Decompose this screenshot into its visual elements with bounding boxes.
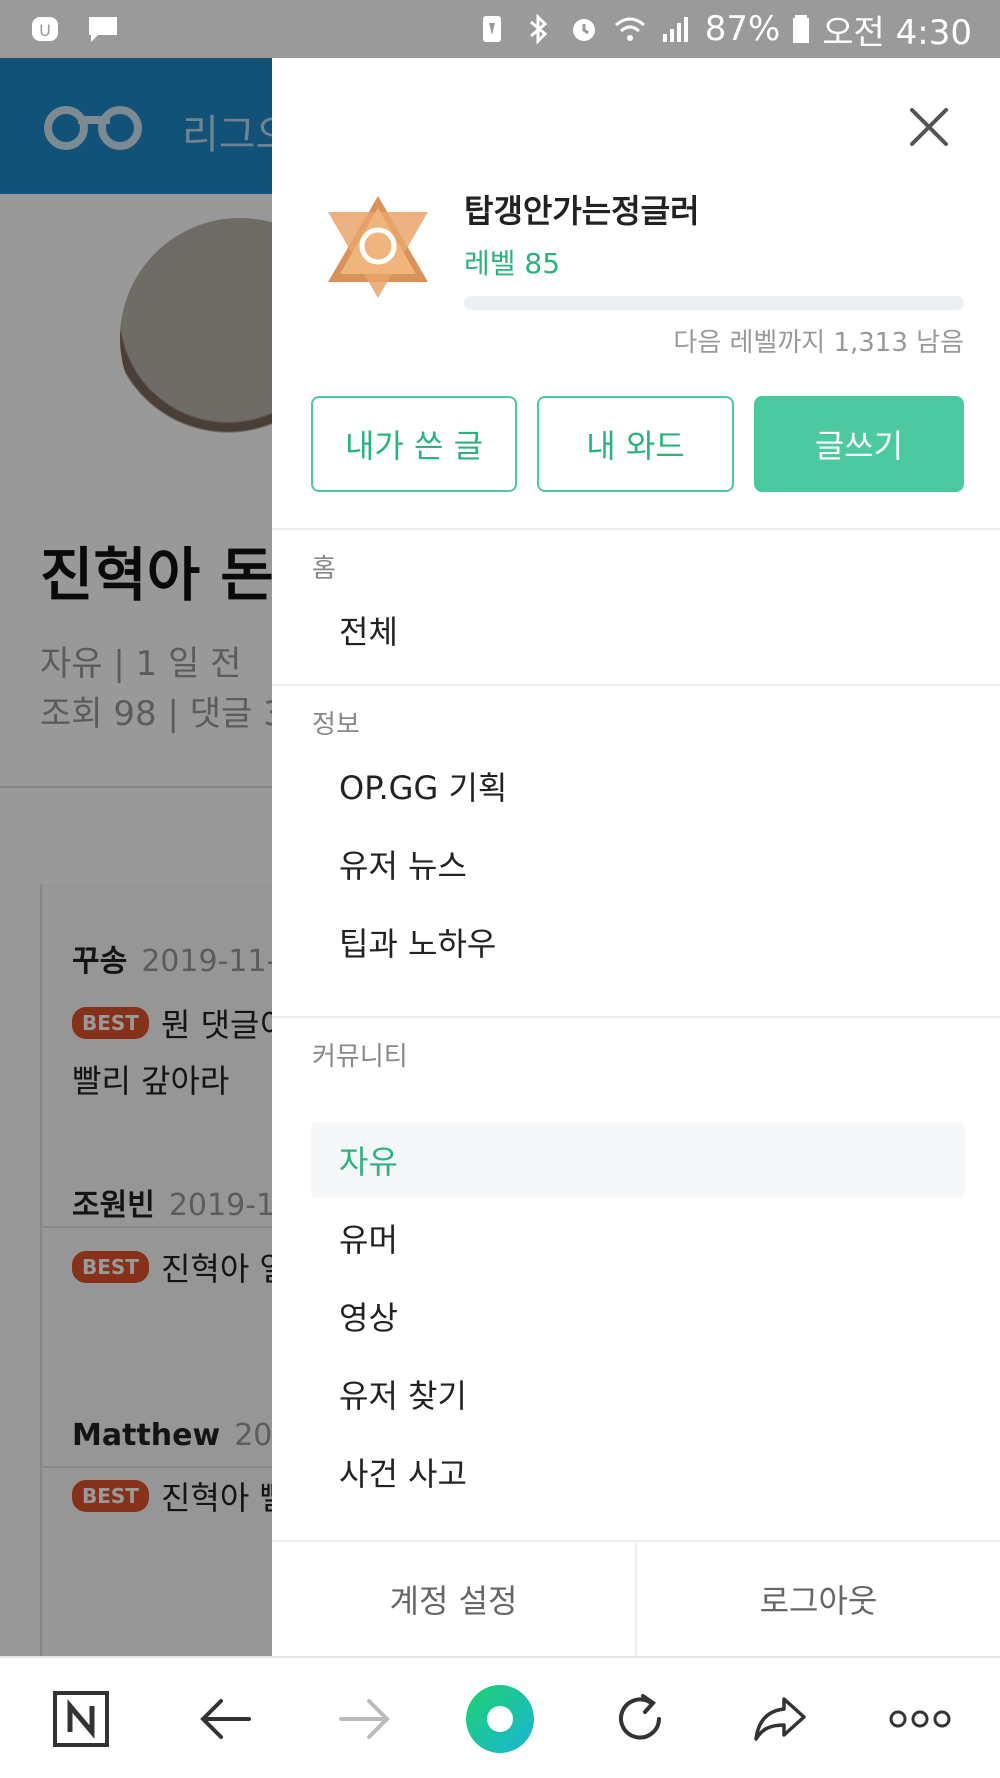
my-ward-button[interactable]: 내 와드: [537, 396, 734, 492]
menu-item-user-news[interactable]: 유저 뉴스: [311, 826, 965, 902]
forward-arrow-icon: [339, 1699, 390, 1739]
menu-item-free[interactable]: 자유: [311, 1122, 965, 1198]
write-post-button[interactable]: 글쓰기: [754, 396, 964, 492]
wifi-icon: [614, 17, 645, 41]
refresh-button[interactable]: [605, 1658, 675, 1778]
logout-button[interactable]: 로그아웃: [635, 1542, 1000, 1656]
forward-button[interactable]: [330, 1658, 400, 1778]
menu-item-tips[interactable]: 팁과 노하우: [311, 904, 965, 980]
close-icon[interactable]: [906, 104, 952, 150]
bluetooth-icon: [529, 14, 547, 44]
svg-text:U: U: [39, 21, 51, 40]
level-progress-bar: [464, 296, 964, 310]
user-level: 레벨 85: [464, 247, 561, 280]
section-label-info: 정보: [312, 710, 360, 740]
account-settings-button[interactable]: 계정 설정: [272, 1542, 635, 1656]
back-button[interactable]: [190, 1658, 260, 1778]
section-label-community: 커뮤니티: [312, 1042, 408, 1072]
username: 탑갱안가는정글러: [464, 192, 700, 230]
menu-item-opgg-feature[interactable]: OP.GG 기획: [311, 748, 965, 824]
drawer-footer: 계정 설정 로그아웃: [272, 1540, 1000, 1656]
share-button[interactable]: [745, 1658, 815, 1778]
naver-home-icon: [53, 1691, 109, 1747]
naver-home-button[interactable]: [46, 1658, 116, 1778]
side-drawer: 탑갱안가는정글러 레벨 85 다음 레벨까지 1,313 남음 내가 쓴 글 내…: [272, 58, 1000, 1656]
battery-saver-icon: [482, 16, 501, 42]
clock: 오전 4:30: [822, 12, 972, 53]
message-icon: [89, 17, 117, 42]
battery-icon: [793, 15, 810, 43]
menu-item-video[interactable]: 영상: [311, 1278, 965, 1354]
next-level-remaining: 다음 레벨까지 1,313 남음: [673, 328, 964, 358]
app-notification-icon: U: [32, 17, 58, 41]
share-icon: [754, 1697, 806, 1741]
alarm-icon: [572, 19, 595, 41]
back-arrow-icon: [200, 1699, 251, 1739]
section-label-home: 홈: [312, 554, 336, 584]
signal-icon: [662, 17, 688, 42]
battery-percent: 87%: [704, 9, 781, 49]
section-divider: [272, 1016, 1000, 1018]
section-divider: [272, 684, 1000, 686]
section-divider: [272, 528, 1000, 530]
level-badge-icon: [328, 196, 428, 298]
browser-bottom-bar: [0, 1656, 1000, 1778]
menu-item-all[interactable]: 전체: [311, 592, 965, 668]
green-dot-button[interactable]: [462, 1658, 538, 1778]
more-button[interactable]: [880, 1658, 960, 1778]
status-bar: U 87% 오전 4:30: [0, 0, 1000, 58]
green-dot-icon: [466, 1685, 534, 1753]
my-posts-button[interactable]: 내가 쓴 글: [311, 396, 517, 492]
more-icon: [889, 1710, 951, 1728]
menu-item-humor[interactable]: 유머: [311, 1200, 965, 1276]
menu-item-incidents[interactable]: 사건 사고: [311, 1434, 965, 1510]
refresh-icon: [619, 1694, 661, 1740]
menu-item-find-user[interactable]: 유저 찾기: [311, 1356, 965, 1432]
